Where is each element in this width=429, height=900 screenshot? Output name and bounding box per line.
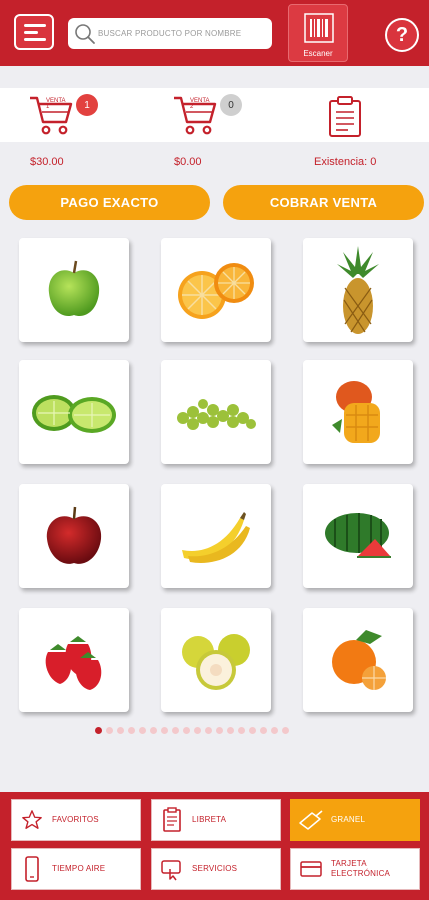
guava-icon bbox=[182, 634, 250, 690]
star-icon bbox=[22, 810, 42, 829]
green-apple-icon bbox=[48, 260, 100, 317]
product-mango[interactable] bbox=[303, 360, 413, 464]
services-label: SERVICIOS bbox=[192, 864, 238, 873]
banana-icon bbox=[182, 512, 250, 563]
services-button[interactable]: SERVICIOS bbox=[151, 848, 281, 890]
sale-tab-label: VENTA 1 bbox=[46, 98, 66, 110]
product-lime[interactable] bbox=[19, 360, 129, 464]
scanner-label: Escaner bbox=[303, 49, 333, 58]
scanner-button[interactable]: Escaner bbox=[288, 4, 348, 62]
app-header: Escaner ? bbox=[0, 0, 429, 66]
clipboard-icon[interactable] bbox=[328, 96, 362, 138]
notebook-icon bbox=[163, 807, 181, 832]
pagination-dot[interactable] bbox=[95, 727, 102, 734]
pagination-dot[interactable] bbox=[249, 727, 256, 734]
barcode-icon bbox=[304, 13, 334, 43]
sale-count-badge: 1 bbox=[76, 94, 98, 116]
orange-icon bbox=[178, 263, 254, 319]
charge-sale-button[interactable]: COBRAR VENTA bbox=[223, 185, 424, 220]
pagination-dot[interactable] bbox=[172, 727, 179, 734]
notebook-label: LIBRETA bbox=[192, 815, 227, 824]
lime-icon bbox=[32, 395, 116, 433]
bulk-label: GRANEL bbox=[331, 815, 366, 824]
services-icon bbox=[161, 860, 181, 881]
product-green-apple[interactable] bbox=[19, 238, 129, 342]
menu-button[interactable] bbox=[14, 14, 54, 50]
bulk-button[interactable]: GRANEL bbox=[290, 799, 420, 841]
airtime-label: TIEMPO AIRE bbox=[52, 864, 106, 873]
pagination-dot[interactable] bbox=[150, 727, 157, 734]
pagination-dot[interactable] bbox=[128, 727, 135, 734]
watermelon-icon bbox=[325, 513, 391, 558]
pagination-dot[interactable] bbox=[161, 727, 168, 734]
pagination-dot[interactable] bbox=[139, 727, 146, 734]
strawberry-icon bbox=[45, 636, 102, 690]
pagination-dot[interactable] bbox=[282, 727, 289, 734]
pineapple-icon bbox=[337, 246, 379, 334]
search-icon bbox=[75, 23, 95, 44]
product-red-apple[interactable] bbox=[19, 484, 129, 588]
search-input[interactable] bbox=[98, 29, 268, 38]
search-bar[interactable] bbox=[68, 18, 272, 49]
pagination-dot[interactable] bbox=[216, 727, 223, 734]
notebook-button[interactable]: LIBRETA bbox=[151, 799, 281, 841]
pagination-dot[interactable] bbox=[238, 727, 245, 734]
exact-payment-button[interactable]: PAGO EXACTO bbox=[9, 185, 210, 220]
pagination-dot[interactable] bbox=[205, 727, 212, 734]
pagination-dot[interactable] bbox=[117, 727, 124, 734]
menu-icon-line bbox=[24, 38, 46, 41]
pagination-dot[interactable] bbox=[106, 727, 113, 734]
mandarin-icon bbox=[332, 630, 386, 690]
favorites-label: FAVORITOS bbox=[52, 815, 99, 824]
product-orange[interactable] bbox=[161, 238, 271, 342]
bottom-navigation: FAVORITOS LIBRETA GRANEL TIEMPO AIRE SER… bbox=[0, 792, 429, 900]
product-guava[interactable] bbox=[161, 608, 271, 712]
product-pineapple[interactable] bbox=[303, 238, 413, 342]
pagination-dot[interactable] bbox=[227, 727, 234, 734]
sale-tab-label: VENTA 2 bbox=[190, 98, 210, 110]
pagination-dot[interactable] bbox=[260, 727, 267, 734]
product-mandarin[interactable] bbox=[303, 608, 413, 712]
pagination-dots bbox=[95, 727, 289, 734]
product-watermelon[interactable] bbox=[303, 484, 413, 588]
pagination-dot[interactable] bbox=[271, 727, 278, 734]
sale-2-amount: $0.00 bbox=[174, 156, 202, 168]
electronic-card-button[interactable]: TARJETA ELECTRÓNICA bbox=[290, 848, 420, 890]
phone-icon bbox=[25, 856, 39, 882]
menu-icon-line bbox=[24, 24, 46, 27]
stock-label: Existencia: 0 bbox=[314, 156, 377, 168]
airtime-button[interactable]: TIEMPO AIRE bbox=[11, 848, 141, 890]
pagination-dot[interactable] bbox=[183, 727, 190, 734]
help-icon: ? bbox=[395, 23, 409, 46]
help-button[interactable]: ? bbox=[385, 18, 419, 52]
product-banana[interactable] bbox=[161, 484, 271, 588]
electronic-card-label: TARJETA ELECTRÓNICA bbox=[331, 859, 391, 878]
sale-count-badge: 0 bbox=[220, 94, 242, 116]
sales-tabs: VENTA 1 1 VENTA 2 0 bbox=[0, 88, 429, 142]
mango-icon bbox=[332, 381, 380, 443]
card-icon bbox=[300, 861, 322, 877]
menu-icon-line bbox=[24, 31, 38, 34]
favorites-button[interactable]: FAVORITOS bbox=[11, 799, 141, 841]
sale-1-amount: $30.00 bbox=[30, 156, 64, 168]
grapes-icon bbox=[177, 399, 256, 430]
pagination-dot[interactable] bbox=[194, 727, 201, 734]
product-grapes[interactable] bbox=[161, 360, 271, 464]
product-strawberry[interactable] bbox=[19, 608, 129, 712]
scoop-icon bbox=[299, 810, 323, 830]
red-apple-icon bbox=[46, 506, 102, 564]
